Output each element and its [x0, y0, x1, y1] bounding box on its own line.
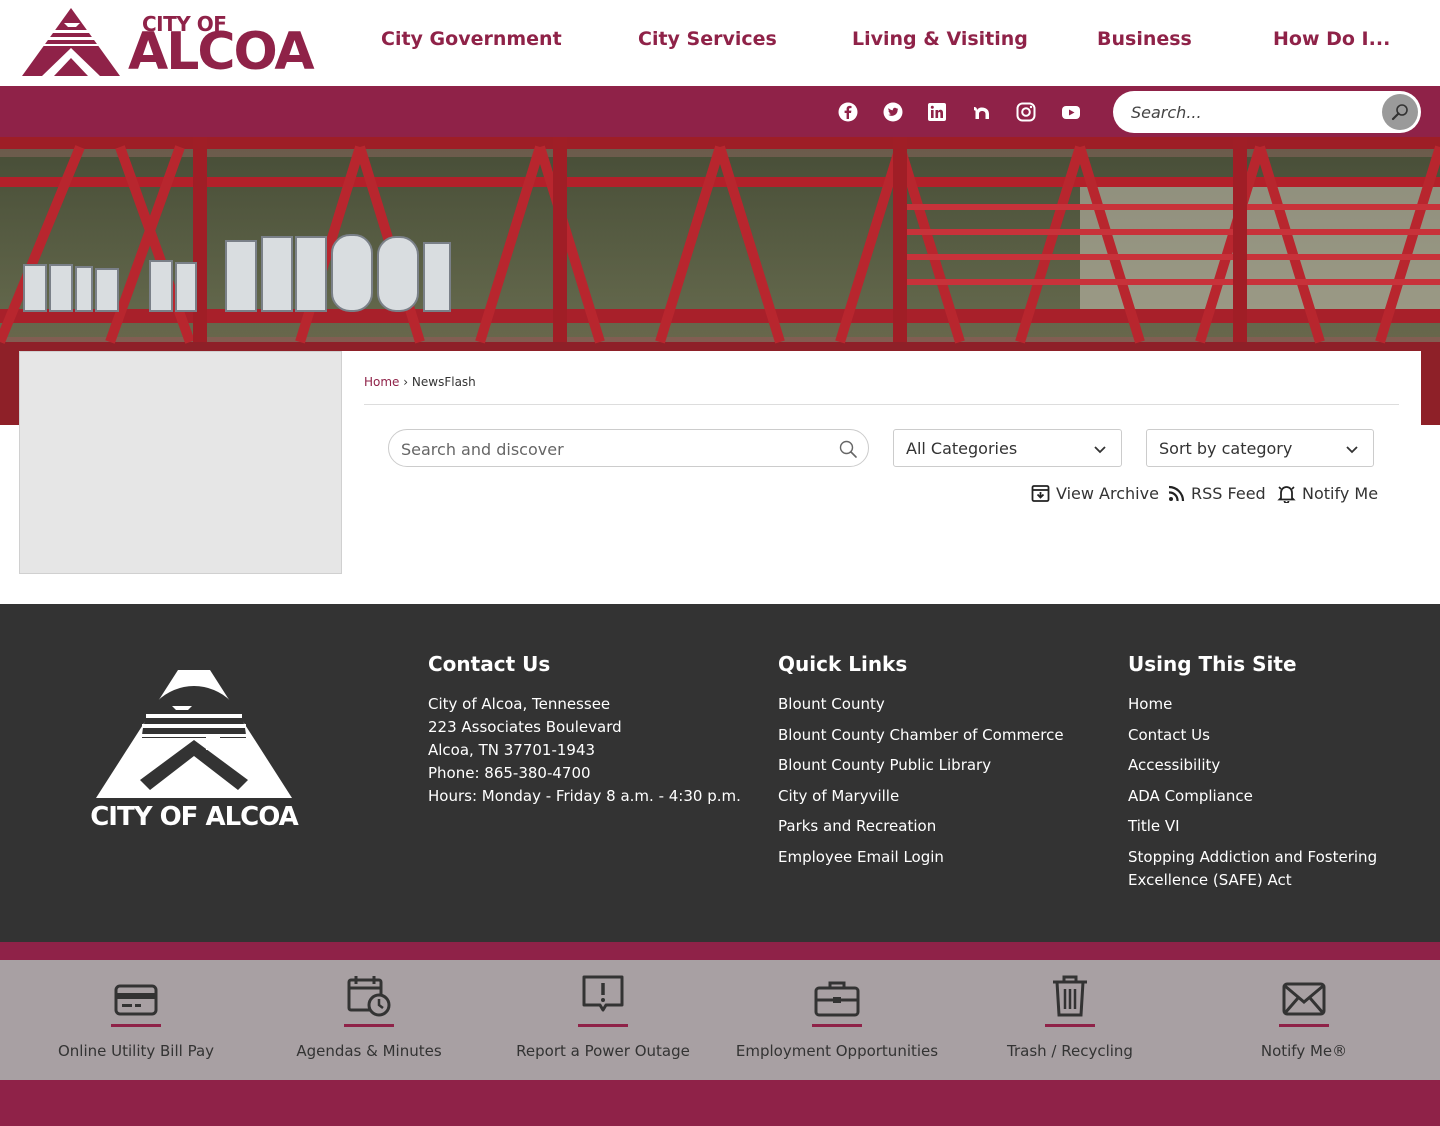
- footer-logo-text: CITY OF ALCOA: [90, 802, 299, 832]
- instagram-icon[interactable]: [1015, 101, 1037, 123]
- tile-label: Report a Power Outage: [516, 1042, 690, 1060]
- tile-employment-opportunities[interactable]: Employment Opportunities: [720, 960, 954, 1080]
- nav-city-government[interactable]: City Government: [381, 28, 562, 50]
- quick-link[interactable]: Employee Email Login: [778, 846, 1064, 869]
- site-footer: CITY OF ALCOA Contact Us City of Alcoa, …: [0, 604, 1440, 942]
- quick-link[interactable]: Blount County Chamber of Commerce: [778, 724, 1064, 747]
- tile-underline: [578, 1024, 628, 1027]
- notify-me-link[interactable]: Notify Me: [1277, 484, 1378, 503]
- nav-business[interactable]: Business: [1097, 28, 1192, 50]
- view-archive-label: View Archive: [1056, 484, 1159, 503]
- newsflash-search-input[interactable]: [401, 438, 821, 460]
- site-link[interactable]: Contact Us: [1128, 724, 1377, 747]
- briefcase-icon: [811, 972, 863, 1018]
- rss-icon: [1168, 485, 1185, 502]
- breadcrumb: Home › NewsFlash: [364, 375, 476, 389]
- using-site-heading: Using This Site: [1128, 652, 1297, 676]
- sort-select[interactable]: Sort by category: [1146, 429, 1374, 467]
- quick-link[interactable]: Parks and Recreation: [778, 815, 1064, 838]
- site-search: [1113, 91, 1421, 133]
- notify-me-label: Notify Me: [1302, 484, 1379, 503]
- contact-line: City of Alcoa, Tennessee: [428, 695, 611, 713]
- site-header: CITY OF ALCOA City Government City Servi…: [0, 0, 1440, 86]
- rss-feed-label: RSS Feed: [1191, 484, 1266, 503]
- chevron-down-icon: [1345, 442, 1359, 461]
- using-site-column: Using This Site Home Contact Us Accessib…: [1128, 652, 1377, 892]
- nextdoor-icon[interactable]: [971, 101, 993, 123]
- breadcrumb-home[interactable]: Home: [364, 375, 399, 389]
- site-link-safe-act[interactable]: Stopping Addiction and Fostering Excelle…: [1128, 846, 1377, 892]
- contact-line: Phone: 865-380-4700: [428, 764, 591, 782]
- site-link-line: Excellence (SAFE) Act: [1128, 870, 1292, 889]
- tile-label: Online Utility Bill Pay: [57, 1042, 215, 1060]
- tile-trash-recycling[interactable]: Trash / Recycling: [953, 960, 1187, 1080]
- envelope-icon: [1278, 972, 1330, 1018]
- tile-report-power-outage[interactable]: Report a Power Outage: [486, 960, 720, 1080]
- site-link[interactable]: Accessibility: [1128, 754, 1377, 777]
- contact-heading: Contact Us: [428, 652, 551, 676]
- quick-tiles-bar: Online Utility Bill Pay Agendas & Minute…: [0, 960, 1440, 1080]
- contact-line: Alcoa, TN 37701-1943: [428, 741, 596, 759]
- rss-feed-link[interactable]: RSS Feed: [1168, 484, 1266, 503]
- search-button[interactable]: [1382, 94, 1418, 130]
- footer-logo[interactable]: CITY OF ALCOA: [88, 668, 300, 834]
- nav-living-visiting[interactable]: Living & Visiting: [852, 28, 1028, 50]
- tile-underline: [812, 1024, 862, 1027]
- tile-underline: [1045, 1024, 1095, 1027]
- tile-notify-me[interactable]: Notify Me®: [1187, 960, 1421, 1080]
- bell-icon: [1277, 486, 1296, 503]
- magnifier-icon[interactable]: [838, 439, 858, 463]
- view-archive-link[interactable]: View Archive: [1031, 484, 1159, 503]
- tile-online-utility-bill-pay[interactable]: Online Utility Bill Pay: [19, 960, 253, 1080]
- nav-how-do-i[interactable]: How Do I...: [1273, 28, 1390, 50]
- category-select[interactable]: All Categories: [893, 429, 1122, 467]
- sidebar-placeholder: [19, 351, 342, 574]
- category-select-value: All Categories: [906, 439, 1018, 458]
- bottom-strip: [0, 1080, 1440, 1126]
- trash-icon: [1044, 972, 1096, 1018]
- site-link[interactable]: Title VI: [1128, 815, 1377, 838]
- quick-link[interactable]: Blount County: [778, 693, 1064, 716]
- quick-link[interactable]: Blount County Public Library: [778, 754, 1064, 777]
- quick-links-column: Quick Links Blount County Blount County …: [778, 652, 1064, 876]
- tile-underline: [1279, 1024, 1329, 1027]
- contact-line: 223 Associates Boulevard: [428, 718, 622, 736]
- site-link-line: Stopping Addiction and Fostering: [1128, 847, 1378, 866]
- calendar-clock-icon: [343, 972, 395, 1018]
- twitter-icon[interactable]: [882, 101, 904, 123]
- contact-column: Contact Us City of Alcoa, Tennessee 223 …: [428, 652, 741, 808]
- tile-label: Employment Opportunities: [735, 1042, 939, 1060]
- youtube-icon[interactable]: [1060, 101, 1082, 123]
- tile-label: Trash / Recycling: [1007, 1042, 1133, 1060]
- breadcrumb-separator: ›: [403, 375, 409, 389]
- newsflash-content: Home › NewsFlash All Categories Sort by …: [342, 351, 1421, 604]
- archive-icon: [1031, 485, 1050, 502]
- tile-agendas-minutes[interactable]: Agendas & Minutes: [252, 960, 486, 1080]
- footer-logo-mark-icon: [96, 670, 292, 798]
- main-nav: City Government City Services Living & V…: [0, 28, 1440, 58]
- credit-card-icon: [110, 972, 162, 1018]
- tile-label: Notify Me®: [1260, 1042, 1348, 1060]
- site-link[interactable]: ADA Compliance: [1128, 785, 1377, 808]
- social-bar: [0, 86, 1440, 137]
- facebook-icon[interactable]: [837, 101, 859, 123]
- tile-underline: [344, 1024, 394, 1027]
- breadcrumb-divider: [364, 404, 1399, 405]
- chevron-down-icon: [1093, 442, 1107, 461]
- site-search-input[interactable]: [1131, 99, 1371, 125]
- nav-city-services[interactable]: City Services: [638, 28, 777, 50]
- search-icon: [1391, 104, 1408, 121]
- contact-line: Hours: Monday - Friday 8 a.m. - 4:30 p.m…: [428, 787, 741, 805]
- footer-divider-strip: [0, 942, 1440, 960]
- tile-underline: [111, 1024, 161, 1027]
- breadcrumb-current: NewsFlash: [411, 375, 476, 389]
- linkedin-icon[interactable]: [926, 101, 948, 123]
- sort-select-value: Sort by category: [1159, 439, 1293, 458]
- site-link[interactable]: Home: [1128, 693, 1377, 716]
- quick-links-heading: Quick Links: [778, 652, 908, 676]
- newsflash-search: [388, 429, 869, 467]
- quick-link[interactable]: City of Maryville: [778, 785, 1064, 808]
- tile-label: Agendas & Minutes: [296, 1042, 442, 1060]
- alert-message-icon: [577, 972, 629, 1018]
